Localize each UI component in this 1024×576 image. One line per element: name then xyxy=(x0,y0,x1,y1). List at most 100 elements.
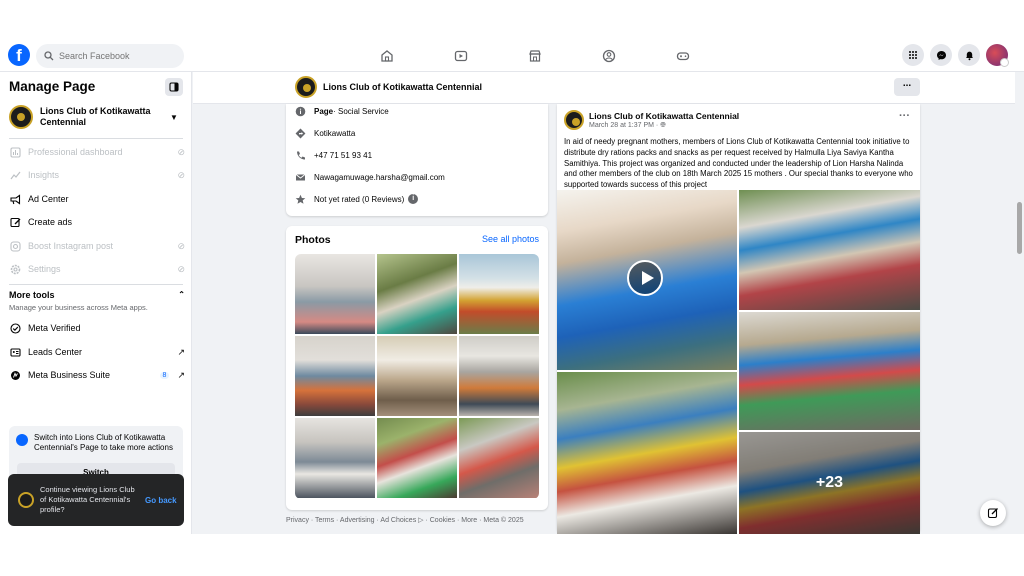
divider xyxy=(9,138,183,139)
photo-thumbnail[interactable] xyxy=(459,418,539,498)
megaphone-icon xyxy=(9,193,21,205)
browser-viewport: f Manage Page Lions Club of Kotikawatta … xyxy=(0,40,1024,534)
rating-info-icon[interactable]: i xyxy=(408,194,419,204)
compose-message-button[interactable] xyxy=(980,500,1006,526)
toast-text: Continue viewing Lions Club of Kotikawat… xyxy=(40,485,135,514)
sidebar-title: Manage Page xyxy=(9,79,96,94)
gaming-icon[interactable] xyxy=(646,46,720,66)
post-author[interactable]: Lions Club of Kotikawatta Centennial xyxy=(589,111,739,121)
play-icon[interactable] xyxy=(627,260,663,296)
video-icon[interactable] xyxy=(424,46,498,66)
page-more-options-button[interactable]: ... xyxy=(894,78,920,96)
profile-avatar[interactable] xyxy=(986,44,1009,67)
intro-location: Kotikawatta xyxy=(294,126,355,140)
intro-rating: Not yet rated (0 Reviews) i xyxy=(294,192,419,206)
sidebar-item-label: Insights xyxy=(28,170,60,180)
photo-thumbnail[interactable] xyxy=(295,418,375,498)
page-header-name[interactable]: Lions Club of Kotikawatta Centennial xyxy=(323,82,482,92)
site-footer[interactable]: Privacy · Terms · Advertising · Ad Choic… xyxy=(286,516,548,524)
post-video[interactable] xyxy=(557,190,737,370)
phone-icon xyxy=(294,149,306,161)
instagram-icon xyxy=(9,240,21,252)
disabled-icon: ⊘ xyxy=(177,146,185,157)
page-logo xyxy=(9,105,33,129)
sidebar-item-meta-business-suite[interactable]: Meta Business Suite 8 ↗ xyxy=(9,366,185,384)
phone-text[interactable]: +47 71 51 93 41 xyxy=(314,151,372,160)
continue-viewing-toast: Continue viewing Lions Club of Kotikawat… xyxy=(8,474,184,526)
gear-icon xyxy=(9,263,21,275)
disabled-icon: ⊘ xyxy=(177,240,185,251)
edit-icon xyxy=(987,508,998,519)
sidebar-item-professional-dashboard[interactable]: Professional dashboard ⊘ xyxy=(9,143,185,161)
sidebar-item-leads-center[interactable]: Leads Center ↗ xyxy=(9,343,185,361)
post-options-icon[interactable]: ··· xyxy=(899,110,910,122)
page-switcher-name: Lions Club of Kotikawatta Centennial xyxy=(40,106,151,127)
page-logo xyxy=(18,492,34,508)
scrollbar-thumb[interactable] xyxy=(1017,202,1022,254)
chevron-up-icon: ⌃ xyxy=(178,290,185,299)
insights-icon xyxy=(9,169,21,181)
sidebar-item-insights[interactable]: Insights ⊘ xyxy=(9,166,185,184)
more-tools-header[interactable]: More tools ⌃ xyxy=(9,290,185,300)
photo-thumbnail[interactable] xyxy=(377,418,457,498)
intro-card: Page · Social Service Kotikawatta +47 71… xyxy=(286,104,548,216)
sidebar-item-label: Leads Center xyxy=(28,347,83,357)
photo-thumbnail[interactable] xyxy=(295,254,375,334)
photos-grid xyxy=(295,254,539,499)
page-logo xyxy=(295,76,317,98)
search-input[interactable] xyxy=(59,51,179,61)
marketplace-icon[interactable] xyxy=(498,46,572,66)
rating-text: Not yet rated (0 Reviews) xyxy=(314,194,405,204)
messenger-icon[interactable] xyxy=(930,44,952,66)
facebook-logo[interactable]: f xyxy=(8,44,30,66)
more-tools-subtitle: Manage your business across Meta apps. xyxy=(9,303,148,312)
photo-thumbnail[interactable] xyxy=(295,336,375,416)
post-photo[interactable] xyxy=(739,190,920,310)
sidebar-item-label: Meta Verified xyxy=(28,323,81,333)
caret-down-icon: ▼ xyxy=(170,112,178,122)
photo-thumbnail[interactable] xyxy=(377,254,457,334)
sidebar-item-label: Boost Instagram post xyxy=(28,241,114,251)
post-photo[interactable] xyxy=(557,372,737,534)
sidebar-item-label: Meta Business Suite xyxy=(28,370,111,380)
notifications-icon[interactable] xyxy=(958,44,980,66)
sidebar-item-ad-center[interactable]: Ad Center xyxy=(9,190,185,208)
post-author-logo[interactable] xyxy=(564,110,584,130)
photo-thumbnail[interactable] xyxy=(459,336,539,416)
center-nav xyxy=(350,46,720,66)
post-photo[interactable] xyxy=(739,312,920,430)
photo-thumbnail[interactable] xyxy=(459,254,539,334)
see-all-photos-link[interactable]: See all photos xyxy=(482,234,539,244)
sidebar-item-create-ads[interactable]: Create ads xyxy=(9,213,185,231)
photo-thumbnail[interactable] xyxy=(377,336,457,416)
page-switcher[interactable]: Lions Club of Kotikawatta Centennial ▼ xyxy=(9,102,185,132)
directions-icon xyxy=(294,127,306,139)
sidebar-item-meta-verified[interactable]: Meta Verified xyxy=(9,319,185,337)
search-box[interactable] xyxy=(36,44,184,68)
menu-grid-icon[interactable] xyxy=(902,44,924,66)
manage-page-sidebar: Manage Page Lions Club of Kotikawatta Ce… xyxy=(0,72,192,534)
home-icon[interactable] xyxy=(350,46,424,66)
email-text[interactable]: Nawagamuwage.harsha@gmail.com xyxy=(314,173,445,182)
category-label: Page xyxy=(314,106,334,116)
leads-icon xyxy=(9,346,21,358)
sidebar-item-boost-instagram[interactable]: Boost Instagram post ⊘ xyxy=(9,237,185,255)
collapse-sidebar-icon[interactable] xyxy=(165,78,183,96)
location-text[interactable]: Kotikawatta xyxy=(314,129,355,138)
verified-badge-icon xyxy=(9,322,21,334)
groups-icon[interactable] xyxy=(572,46,646,66)
switch-prompt-text: Switch into Lions Club of Kotikawatta Ce… xyxy=(34,433,173,452)
post-text: In aid of needy pregnant mothers, member… xyxy=(564,137,913,190)
post-timestamp[interactable]: March 28 at 1:37 PM · 🌐︎ xyxy=(589,122,666,130)
page-scrollbar[interactable] xyxy=(1015,72,1024,534)
post-photo[interactable]: +23 xyxy=(739,432,920,534)
divider xyxy=(9,284,183,285)
more-photos-overlay[interactable]: +23 xyxy=(739,432,920,534)
external-link-icon: ↗ xyxy=(177,346,185,357)
sidebar-item-settings[interactable]: Settings ⊘ xyxy=(9,260,185,278)
go-back-button[interactable]: Go back xyxy=(145,496,177,505)
photos-title: Photos xyxy=(295,234,331,246)
post-media-grid: +23 xyxy=(557,190,920,534)
sidebar-item-label: Create ads xyxy=(28,217,73,227)
intro-email: Nawagamuwage.harsha@gmail.com xyxy=(294,170,445,184)
